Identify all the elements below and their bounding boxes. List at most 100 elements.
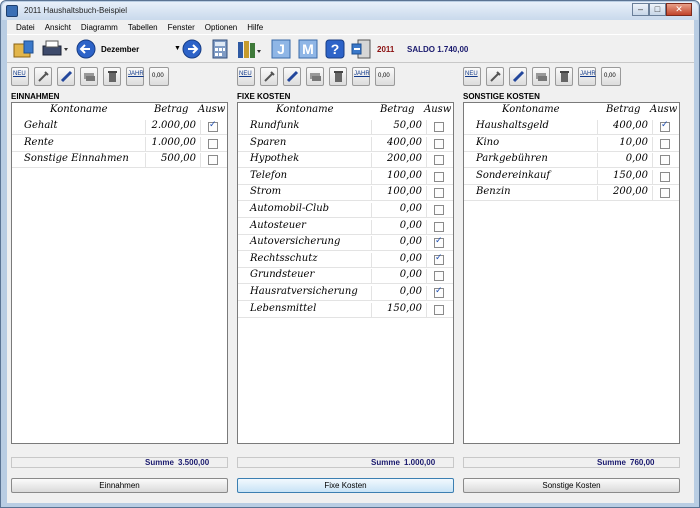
column-name[interactable]: Kontoname [276, 104, 334, 115]
chevron-down-icon[interactable]: ▼ [174, 45, 181, 52]
account-amount[interactable]: 100,00 [373, 186, 427, 202]
select-checkbox[interactable] [434, 271, 444, 282]
select-checkbox[interactable] [434, 236, 444, 249]
column-amount[interactable]: Betrag [154, 104, 188, 115]
minimize-button[interactable]: – [632, 3, 649, 16]
reset-zero-button[interactable]: 0,00 [601, 67, 621, 86]
select-checkbox[interactable] [434, 188, 444, 199]
account-amount[interactable]: 0,00 [599, 153, 653, 169]
table-row[interactable]: Haushaltsgeld 400,00 [464, 119, 679, 135]
select-checkbox[interactable] [434, 253, 444, 265]
account-amount[interactable]: 200,00 [373, 153, 427, 169]
account-amount[interactable]: 0,00 [373, 236, 427, 252]
menu-optionen[interactable]: Optionen [200, 20, 242, 34]
select-checkbox[interactable] [660, 171, 670, 182]
next-month-icon[interactable] [181, 38, 203, 60]
account-name[interactable]: Hypothek [238, 153, 372, 169]
select-checkbox[interactable] [434, 205, 444, 215]
table-row[interactable]: Lebensmittel 150,00 [238, 302, 453, 318]
menu-datei[interactable]: Datei [11, 20, 40, 34]
account-amount[interactable]: 0,00 [373, 286, 427, 301]
new-entry-button[interactable]: NEU [237, 67, 255, 86]
month-m-icon[interactable]: M [297, 38, 319, 60]
account-amount[interactable]: 2.000,00 [147, 120, 201, 135]
column-select[interactable]: Ausw [424, 104, 451, 115]
help-icon[interactable]: ? [324, 38, 346, 60]
panel-button[interactable]: Fixe Kosten [237, 478, 454, 493]
copy-button[interactable] [306, 67, 324, 86]
edit-button[interactable] [486, 67, 504, 86]
table-row[interactable]: Rente 1.000,00 [12, 136, 227, 152]
account-name[interactable]: Rechtsschutz [238, 252, 372, 268]
column-select[interactable]: Ausw [650, 104, 677, 115]
title-bar[interactable]: 2011 Haushaltsbuch-Beispiel – □ ✕ [2, 2, 698, 20]
table-row[interactable]: Parkgebühren 0,00 [464, 152, 679, 169]
table-row[interactable]: Autosteuer 0,00 [238, 219, 453, 235]
account-amount[interactable]: 0,00 [373, 269, 427, 285]
year-button[interactable]: JAHR [578, 67, 596, 86]
table-row[interactable]: Autoversicherung 0,00 [238, 235, 453, 252]
month-select[interactable]: Dezember [101, 45, 139, 54]
maximize-button[interactable]: □ [649, 3, 666, 16]
table-row[interactable]: Kino 10,00 [464, 136, 679, 152]
table-row[interactable]: Sonstige Einnahmen 500,00 [12, 152, 227, 169]
account-list[interactable]: Kontoname Betrag Ausw Rundfunk 50,00 Spare… [237, 102, 454, 444]
pen-button[interactable] [509, 67, 527, 86]
table-row[interactable]: Telefon 100,00 [238, 169, 453, 185]
account-name[interactable]: Parkgebühren [464, 153, 598, 169]
account-amount[interactable]: 400,00 [599, 120, 653, 135]
pen-button[interactable] [283, 67, 301, 86]
delete-button[interactable] [555, 67, 573, 86]
account-amount[interactable]: 500,00 [147, 153, 201, 169]
delete-button[interactable] [329, 67, 347, 86]
account-amount[interactable]: 1.000,00 [147, 136, 201, 152]
table-row[interactable]: Sparen 400,00 [238, 136, 453, 152]
select-checkbox[interactable] [434, 155, 444, 166]
select-checkbox[interactable] [208, 138, 218, 149]
account-amount[interactable]: 0,00 [373, 203, 427, 218]
table-row[interactable]: Gehalt 2.000,00 [12, 119, 227, 135]
select-checkbox[interactable] [434, 122, 444, 132]
table-row[interactable]: Rechtsschutz 0,00 [238, 252, 453, 268]
account-name[interactable]: Sondereinkauf [464, 169, 598, 185]
account-amount[interactable]: 10,00 [599, 136, 653, 152]
account-amount[interactable]: 200,00 [599, 186, 653, 202]
table-row[interactable]: Sondereinkauf 150,00 [464, 169, 679, 185]
table-row[interactable]: Strom 100,00 [238, 185, 453, 202]
select-checkbox[interactable] [434, 286, 444, 298]
table-row[interactable]: Rundfunk 50,00 [238, 119, 453, 135]
account-name[interactable]: Autoversicherung [238, 236, 372, 252]
account-name[interactable]: Rente [12, 136, 146, 152]
journal-j-icon[interactable]: J [270, 38, 292, 60]
open-folder-icon[interactable] [12, 38, 36, 60]
copy-button[interactable] [532, 67, 550, 86]
account-amount[interactable]: 0,00 [373, 219, 427, 235]
account-name[interactable]: Gehalt [12, 120, 146, 135]
table-row[interactable]: Hausratversicherung 0,00 [238, 285, 453, 301]
account-name[interactable]: Rundfunk [238, 120, 372, 135]
account-list[interactable]: Kontoname Betrag Ausw Gehalt2.000,00Rent… [11, 102, 228, 444]
column-select[interactable]: Ausw [198, 104, 225, 115]
account-name[interactable]: Kino [464, 136, 598, 152]
delete-button[interactable] [103, 67, 121, 86]
account-name[interactable]: Benzin [464, 186, 598, 202]
account-amount[interactable]: 0,00 [373, 252, 427, 268]
select-checkbox[interactable] [434, 304, 444, 315]
column-amount[interactable]: Betrag [606, 104, 640, 115]
calculator-icon[interactable] [210, 38, 230, 60]
account-name[interactable]: Automobil-Club [238, 203, 372, 218]
menu-tabellen[interactable]: Tabellen [123, 20, 163, 34]
account-name[interactable]: Lebensmittel [238, 302, 372, 318]
select-checkbox[interactable] [434, 138, 444, 149]
account-name[interactable]: Sonstige Einnahmen [12, 153, 146, 169]
reset-zero-button[interactable]: 0,00 [375, 67, 395, 86]
column-name[interactable]: Kontoname [50, 104, 108, 115]
exit-icon[interactable] [350, 38, 372, 60]
menu-diagramm[interactable]: Diagramm [76, 20, 123, 34]
year-button[interactable]: JAHR [126, 67, 144, 86]
menu-ansicht[interactable]: Ansicht [40, 20, 76, 34]
column-amount[interactable]: Betrag [380, 104, 414, 115]
year-button[interactable]: JAHR [352, 67, 370, 86]
account-name[interactable]: Telefon [238, 169, 372, 185]
new-entry-button[interactable]: NEU [11, 67, 29, 86]
